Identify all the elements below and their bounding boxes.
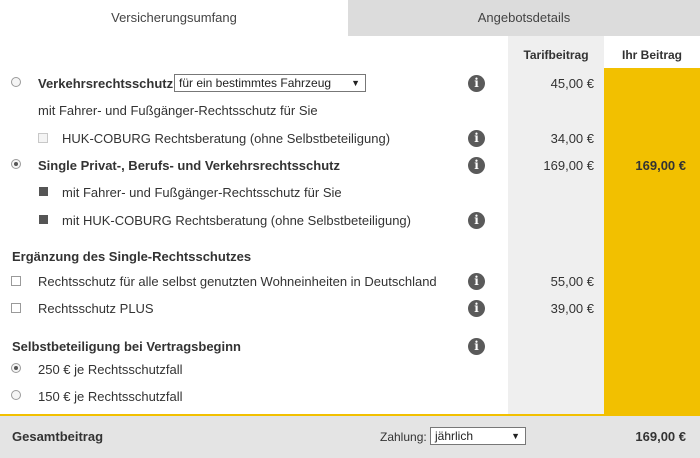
info-icon[interactable]: i xyxy=(468,273,485,290)
gesamtbeitrag-label: Gesamtbeitrag xyxy=(12,429,104,444)
fahrzeug-select-value: für ein bestimmtes Fahrzeug xyxy=(179,76,332,90)
selbstbeteiligung-250-radio[interactable] xyxy=(11,363,21,373)
ihr-beitrag-header: Ihr Beitrag xyxy=(621,48,682,62)
single-rechtsschutz-label: Single Privat-, Berufs- und Verkehrsrech… xyxy=(38,158,340,173)
rechtsschutz-plus-checkbox[interactable] xyxy=(11,303,21,313)
included-square-icon xyxy=(39,187,48,196)
tarifbeitrag-column xyxy=(508,36,604,414)
verkehrsrechtsschutz-radio[interactable] xyxy=(11,77,21,87)
info-icon[interactable]: i xyxy=(468,157,485,174)
fahrzeug-select[interactable]: für ein bestimmtes Fahrzeug ▼ xyxy=(174,74,366,92)
verkehr-fahrer-label: mit Fahrer- und Fußgänger-Rechtsschutz f… xyxy=(38,103,318,118)
verkehr-rechtsberatung-label: HUK-COBURG Rechtsberatung (ohne Selbstbe… xyxy=(62,131,391,146)
info-icon[interactable]: i xyxy=(468,338,485,355)
wohneinheiten-tarif: 55,00 € xyxy=(550,274,594,289)
tab-versicherungsumfang[interactable]: Versicherungsumfang xyxy=(0,0,348,36)
wohneinheiten-checkbox[interactable] xyxy=(11,276,21,286)
info-icon[interactable]: i xyxy=(468,300,485,317)
info-icon[interactable]: i xyxy=(468,130,485,147)
zahlung-select[interactable]: jährlich ▼ xyxy=(430,427,526,445)
zahlung-select-value: jährlich xyxy=(435,429,474,443)
wohneinheiten-label: Rechtsschutz für alle selbst genutzten W… xyxy=(38,274,437,289)
single-fahrer-label: mit Fahrer- und Fußgänger-Rechtsschutz f… xyxy=(62,185,342,200)
gesamtbeitrag-total: 169,00 € xyxy=(635,429,686,444)
tab-bar: Versicherungsumfang Angebotsdetails xyxy=(0,0,700,36)
zahlung-label: Zahlung: xyxy=(380,430,427,444)
tarifbeitrag-header: Tarifbeitrag xyxy=(523,48,589,62)
rechtsschutz-plus-tarif: 39,00 € xyxy=(550,301,594,316)
tab-angebotsdetails[interactable]: Angebotsdetails xyxy=(348,0,700,36)
chevron-down-icon: ▼ xyxy=(511,431,520,441)
verkehr-rechtsberatung-checkbox[interactable] xyxy=(38,133,48,143)
single-rechtsschutz-ihr: 169,00 € xyxy=(635,158,686,173)
footer-total-bar: Gesamtbeitrag Zahlung: jährlich ▼ 169,00… xyxy=(0,414,700,458)
single-rechtsschutz-tarif: 169,00 € xyxy=(543,158,594,173)
selbstbeteiligung-section-title: Selbstbeteiligung bei Vertragsbeginn xyxy=(12,339,241,354)
info-icon[interactable]: i xyxy=(468,75,485,92)
chevron-down-icon: ▼ xyxy=(351,78,360,88)
selbstbeteiligung-150-label: 150 € je Rechtsschutzfall xyxy=(38,389,183,404)
verkehrsrechtsschutz-label: Verkehrsrechtsschutz xyxy=(38,76,174,91)
info-icon[interactable]: i xyxy=(468,212,485,229)
selbstbeteiligung-250-label: 250 € je Rechtsschutzfall xyxy=(38,362,183,377)
erganzung-section-title: Ergänzung des Single-Rechtsschutzes xyxy=(12,249,252,264)
ihr-beitrag-column xyxy=(604,68,700,414)
rechtsschutz-plus-label: Rechtsschutz PLUS xyxy=(38,301,154,316)
single-rechtsberatung-label: mit HUK-COBURG Rechtsberatung (ohne Selb… xyxy=(62,213,411,228)
single-rechtsschutz-radio[interactable] xyxy=(11,159,21,169)
included-square-icon xyxy=(39,215,48,224)
selbstbeteiligung-150-radio[interactable] xyxy=(11,390,21,400)
verkehrsrechtsschutz-tarif: 45,00 € xyxy=(550,76,594,91)
verkehr-rechtsberatung-tarif: 34,00 € xyxy=(550,131,594,146)
